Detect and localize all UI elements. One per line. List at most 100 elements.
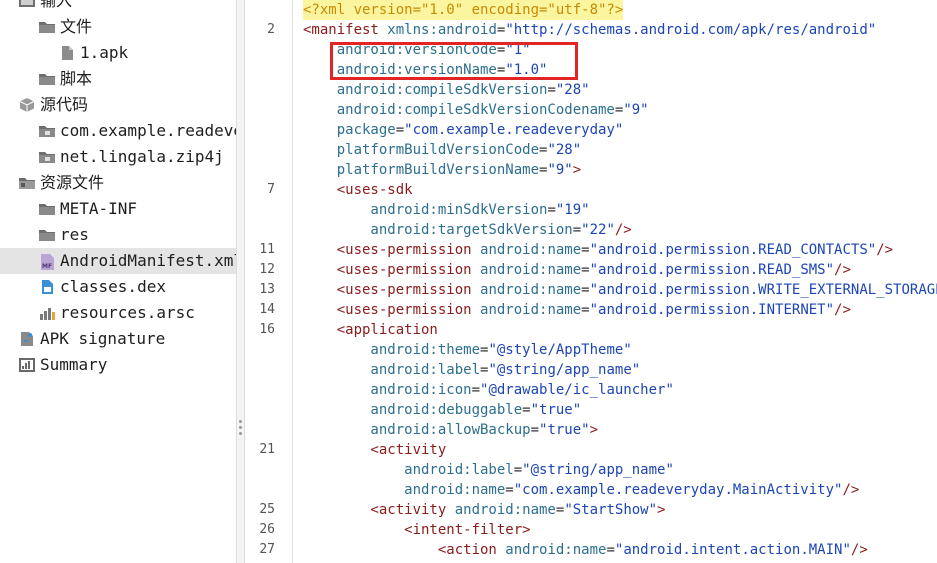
panel-splitter[interactable]	[236, 0, 245, 563]
code-token: <uses-permission	[303, 282, 481, 298]
code-token: =	[395, 122, 405, 138]
code-token: "@style/AppTheme"	[488, 342, 632, 358]
code-line[interactable]: <?xml version="1.0" encoding="utf-8"?>	[303, 0, 624, 20]
code-line[interactable]: <uses-permission android:name="android.p…	[303, 300, 851, 320]
tree-item[interactable]: 输入	[0, 0, 236, 14]
code-line[interactable]: platformBuildVersionCode="28"	[303, 140, 581, 160]
code-line[interactable]: <action android:name="android.intent.act…	[303, 540, 868, 560]
code-token: "@string/app_name"	[488, 362, 641, 378]
arsc-file-icon	[38, 305, 56, 321]
tree-item[interactable]: MF AndroidManifest.xml	[0, 248, 236, 274]
code-token: />	[614, 222, 632, 238]
code-line[interactable]: <intent-filter>	[303, 520, 531, 540]
tree-item[interactable]: 脚本	[0, 66, 236, 92]
code-line[interactable]: android:theme="@style/AppTheme"	[303, 340, 632, 360]
line-number	[245, 100, 275, 120]
tree-item[interactable]: resources.arsc	[0, 300, 236, 326]
package-icon	[18, 97, 36, 113]
code-line[interactable]: platformBuildVersionName="9">	[303, 160, 581, 180]
code-token: <uses-sdk	[303, 182, 413, 198]
code-line[interactable]: android:versionName="1.0"	[303, 60, 548, 80]
chevron-right-icon[interactable]	[22, 144, 36, 170]
chevron-down-icon[interactable]	[2, 92, 16, 118]
code-token: android:icon	[303, 382, 472, 398]
code-token: <action	[303, 542, 506, 558]
code-line[interactable]: android:name="com.example.readeveryday.M…	[303, 480, 859, 500]
code-token: "android.permission.READ_SMS"	[589, 262, 835, 278]
chevron-down-icon[interactable]	[2, 0, 16, 14]
code-line[interactable]: <activity android:name="StartShow">	[303, 500, 665, 520]
code-line[interactable]: <uses-sdk	[303, 180, 413, 200]
code-token: android:name	[480, 302, 582, 318]
chevron-right-icon[interactable]	[22, 118, 36, 144]
code-token: android:name	[480, 262, 582, 278]
code-line[interactable]: <activity	[303, 440, 446, 460]
line-number	[245, 400, 275, 420]
code-line[interactable]: android:targetSdkVersion="22"/>	[303, 220, 632, 240]
jadx-window: 输入文件 1.apk 脚本源代码 com.example.readeveryday ne…	[0, 0, 937, 563]
code-line[interactable]: package="com.example.readeveryday"	[303, 120, 624, 140]
code-token: />	[834, 302, 851, 318]
project-tree[interactable]: 输入文件 1.apk 脚本源代码 com.example.readeveryday ne…	[0, 0, 236, 563]
tree-item[interactable]: 1.apk	[0, 40, 236, 66]
code-line[interactable]: <uses-permission android:name="android.p…	[303, 240, 893, 260]
code-token: platformBuildVersionName	[303, 162, 540, 178]
code-line[interactable]: <application	[303, 320, 438, 340]
code-line[interactable]: <manifest xmlns:android="http://schemas.…	[303, 20, 876, 40]
line-number	[245, 420, 275, 440]
tree-item[interactable]: res	[0, 222, 236, 248]
code-line[interactable]: <uses-permission android:name="android.p…	[303, 280, 937, 300]
chevron-down-icon[interactable]	[2, 170, 16, 196]
code-line[interactable]: android:label="@string/app_name"	[303, 460, 674, 480]
code-token: android:allowBackup	[303, 422, 531, 438]
line-number: 7	[267, 182, 275, 197]
tree-item[interactable]: classes.dex	[0, 274, 236, 300]
tree-item[interactable]: APK signature	[0, 326, 236, 352]
code-line[interactable]: <uses-permission android:name="android.p…	[303, 260, 851, 280]
file-icon	[58, 45, 76, 61]
code-line[interactable]: android:compileSdkVersionCodename="9"	[303, 100, 649, 120]
code-token: >	[522, 522, 531, 538]
code-editor[interactable]: 2 7 11 12 13 14 16 21 25 26 27 <?xml version="1.0"…	[245, 0, 937, 563]
code-token: <uses-permission	[303, 242, 481, 258]
tree-item[interactable]: com.example.readeveryday	[0, 118, 236, 144]
chevron-down-icon[interactable]	[22, 14, 36, 40]
code-token: >	[572, 162, 582, 178]
tree-item[interactable]: 源代码	[0, 92, 236, 118]
chevron-right-icon[interactable]	[22, 196, 36, 222]
code-token: =	[522, 402, 531, 418]
tree-item-label: resources.arsc	[60, 303, 195, 322]
chevron-right-icon[interactable]	[22, 300, 36, 326]
code-token: "android.permission.WRITE_EXTERNAL_STORA…	[589, 282, 937, 298]
tree-item[interactable]: 资源文件	[0, 170, 236, 196]
code-token: android:versionCode	[303, 42, 497, 58]
code-line[interactable]: android:compileSdkVersion="28"	[303, 80, 590, 100]
code-line[interactable]: android:versionCode="1"	[303, 40, 531, 60]
splitter-grip-dot	[239, 420, 242, 423]
code-token: =	[581, 262, 590, 278]
tree-item-label: net.lingala.zip4j	[60, 147, 224, 166]
code-token: android:compileSdkVersionCodename	[303, 102, 615, 118]
code-token: =	[581, 242, 590, 258]
code-line[interactable]: android:debuggable="true"	[303, 400, 581, 420]
line-number	[245, 380, 275, 400]
tree-item-label: com.example.readeveryday	[60, 121, 236, 140]
tree-item[interactable]: META-INF	[0, 196, 236, 222]
tree-item[interactable]: net.lingala.zip4j	[0, 144, 236, 170]
code-token: android:versionName	[303, 62, 497, 78]
line-number	[245, 40, 275, 60]
code-token: android:name	[480, 282, 582, 298]
code-line[interactable]: android:label="@string/app_name"	[303, 360, 640, 380]
code-token: >	[657, 502, 666, 518]
code-line[interactable]: android:icon="@drawable/ic_launcher"	[303, 380, 673, 400]
tree-item[interactable]: Summary	[0, 352, 236, 378]
code-token: android:targetSdkVersion	[303, 222, 573, 238]
line-number: 21	[259, 442, 275, 457]
code-token: <manifest	[303, 22, 388, 38]
code-line[interactable]: android:allowBackup="true">	[303, 420, 598, 440]
tree-item[interactable]: 文件	[0, 14, 236, 40]
chevron-right-icon[interactable]	[22, 222, 36, 248]
code-line[interactable]: android:minSdkVersion="19"	[303, 200, 589, 220]
